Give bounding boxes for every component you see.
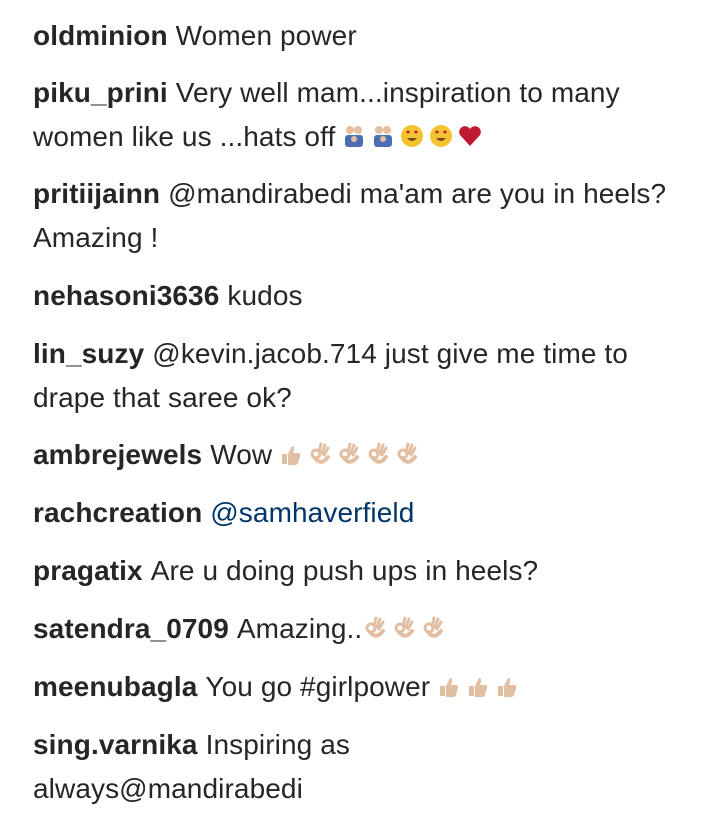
comment-item: nehasoni3636 kudos (33, 274, 693, 318)
heart-eyes-icon (428, 123, 454, 149)
comment-username[interactable]: nehasoni3636 (33, 280, 219, 311)
red-heart-icon (457, 123, 483, 149)
comment-text: Women power (175, 20, 357, 51)
comment-username[interactable]: pragatix (33, 555, 143, 586)
comment-item: satendra_0709 Amazing.. (33, 607, 693, 651)
comment-text: You go #girlpower (205, 671, 431, 702)
comment-item: meenubagla You go #girlpower (33, 665, 693, 709)
thumbs-up-icon (465, 673, 491, 699)
thumbs-up-icon (494, 673, 520, 699)
ok-hand-icon (420, 615, 446, 641)
comment-item: pritiijainn @mandirabedi ma'am are you in… (33, 172, 693, 260)
comment-item: piku_prini Very well mam...inspiration to… (33, 71, 693, 159)
heart-eyes-icon (399, 123, 425, 149)
comment-username[interactable]: ambrejewels (33, 439, 202, 470)
comment-text: Wow (210, 439, 273, 470)
comment-item: rachcreation @samhaverfield (33, 491, 693, 535)
family-icon (341, 123, 367, 149)
emoji-group (362, 615, 446, 641)
comment-username[interactable]: sing.varnika (33, 729, 198, 760)
family-icon (370, 123, 396, 149)
comment-text: kudos (227, 280, 303, 311)
comment-username[interactable]: pritiijainn (33, 178, 160, 209)
comment-username[interactable]: meenubagla (33, 671, 197, 702)
comment-username[interactable]: satendra_0709 (33, 613, 229, 644)
comment-username[interactable]: piku_prini (33, 77, 168, 108)
comment-item: pragatix Are u doing push ups in heels? (33, 549, 693, 593)
comment-text: Amazing.. (236, 613, 363, 644)
emoji-group (436, 673, 520, 699)
ok-hand-icon (362, 615, 388, 641)
comment-username[interactable]: rachcreation (33, 497, 202, 528)
comment-item: sing.varnika Inspiring as always@mandirab… (33, 723, 413, 811)
ok-hand-icon (394, 441, 420, 467)
emoji-group (278, 441, 420, 467)
comment-username[interactable]: oldminion (33, 20, 168, 51)
thumbs-up-icon (436, 673, 462, 699)
comment-item: ambrejewels Wow (33, 433, 693, 477)
ok-hand-icon (391, 615, 417, 641)
ok-hand-icon (336, 441, 362, 467)
comment-item: lin_suzy @kevin.jacob.714 just give me ti… (33, 332, 693, 420)
ok-hand-icon (365, 441, 391, 467)
emoji-group (341, 123, 483, 149)
ok-hand-icon (307, 441, 333, 467)
comment-username[interactable]: lin_suzy (33, 338, 144, 369)
thumbs-up-icon (278, 441, 304, 467)
comment-text: Are u doing push ups in heels? (150, 555, 539, 586)
comment-item: oldminion Women power (33, 14, 693, 58)
comment-text[interactable]: @samhaverfield (210, 497, 414, 528)
comments-list: oldminion Women power piku_prini Very well… (0, 0, 725, 826)
